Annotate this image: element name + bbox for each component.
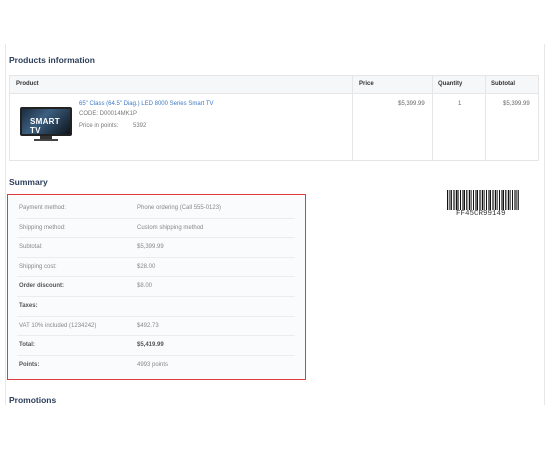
summary-row-taxes: Taxes: [17, 297, 295, 317]
column-divider [485, 76, 486, 160]
header-price: Price [359, 81, 374, 87]
summary-label: Subtotal: [19, 244, 43, 251]
summary-row-shipping-cost: Shipping cost: $28.00 [17, 258, 295, 278]
summary-row-shipping-method: Shipping method: Custom shipping method [17, 219, 295, 239]
summary-row-subtotal: Subtotal: $5,399.99 [17, 238, 295, 258]
products-table-header: Product Price Quantity Subtotal [10, 76, 538, 94]
summary-panel: Payment method: Phone ordering (Call 555… [7, 194, 306, 380]
barcode-image [447, 190, 519, 210]
summary-row-order-discount: Order discount: $8.00 [17, 277, 295, 297]
product-image-tv[interactable]: SMART TV [20, 107, 72, 141]
tv-base [34, 139, 58, 141]
header-subtotal: Subtotal [491, 81, 515, 87]
summary-label: Order discount: [19, 283, 65, 290]
header-product: Product [16, 81, 39, 87]
summary-label: Total: [19, 342, 35, 349]
price-in-points-label: Price in points: [79, 123, 119, 129]
summary-value: $5,419.99 [137, 342, 164, 349]
product-name-link[interactable]: 65" Class (64.5" Diag.) LED 8000 Series … [79, 101, 214, 107]
tv-image-text: SMART TV [30, 117, 60, 135]
summary-row-vat: VAT 10% included (1234242) $492.73 [17, 317, 295, 337]
column-divider [352, 76, 353, 160]
summary-value: $8.00 [137, 283, 153, 290]
summary-label: Payment method: [19, 205, 67, 211]
summary-title: Summary [9, 177, 48, 187]
summary-value: $492.73 [137, 322, 159, 329]
summary-value: Custom shipping method [137, 224, 204, 231]
product-subtotal: $5,399.99 [503, 101, 530, 107]
summary-label: Taxes: [19, 303, 38, 309]
summary-value: $5,399.99 [137, 244, 164, 251]
summary-row-total: Total: $5,419.99 [17, 336, 295, 356]
product-price: $5,399.99 [398, 101, 425, 107]
summary-row-payment: Payment method: Phone ordering (Call 555… [17, 199, 295, 219]
summary-value: Phone ordering (Call 555-0123) [137, 205, 222, 211]
header-quantity: Quantity [438, 81, 463, 87]
product-quantity: 1 [458, 101, 462, 107]
products-info-title: Products information [9, 55, 95, 65]
tv-screen: SMART TV [20, 107, 72, 136]
promotions-title: Promotions [9, 395, 57, 405]
summary-row-points: Points: 4993 points [17, 356, 295, 376]
summary-label: VAT 10% included (1234242) [19, 322, 97, 329]
barcode-text: FF45CR99149 [456, 210, 506, 218]
products-table: Product Price Quantity Subtotal SMART TV… [9, 75, 539, 161]
price-in-points-value: 5392 [133, 123, 147, 129]
summary-label: Shipping method: [19, 224, 66, 231]
summary-value: $28.00 [137, 263, 156, 270]
product-code: CODE: D00014MK1P [79, 111, 138, 117]
column-divider [432, 76, 433, 160]
summary-value: 4993 points [137, 361, 169, 368]
summary-label: Points: [19, 361, 40, 368]
summary-label: Shipping cost: [19, 263, 57, 270]
